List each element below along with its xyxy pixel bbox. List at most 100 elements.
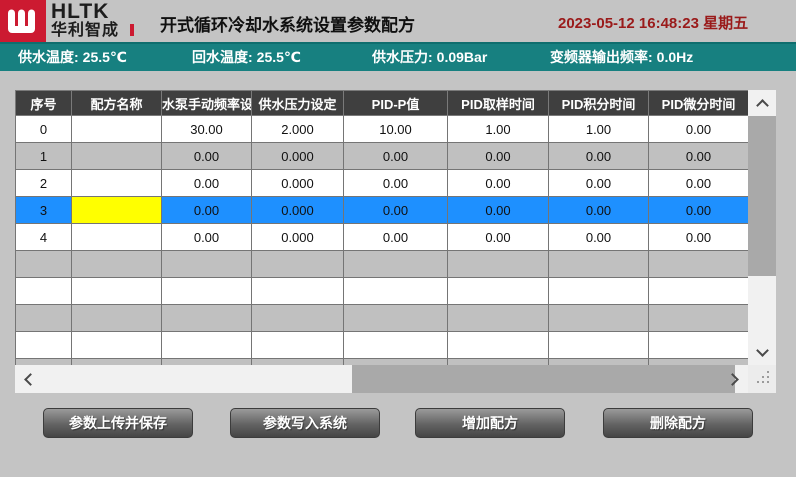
cell-value[interactable] xyxy=(344,251,448,278)
cell-value[interactable]: 0.00 xyxy=(649,170,749,197)
table-row[interactable]: 40.000.0000.000.000.000.00 xyxy=(16,224,749,251)
table-row[interactable]: 10.000.0000.000.000.000.00 xyxy=(16,143,749,170)
cell-value[interactable]: 0.00 xyxy=(649,224,749,251)
resize-grip-icon[interactable] xyxy=(767,371,769,373)
cell-index[interactable]: 3 xyxy=(16,197,72,224)
cell-index[interactable] xyxy=(16,305,72,332)
cell-value[interactable] xyxy=(448,251,549,278)
cell-value[interactable]: 0.00 xyxy=(549,170,649,197)
cell-recipe-name[interactable] xyxy=(72,305,162,332)
recipe-table: 序号配方名称水泵手动频率设定供水压力设定PID-P值PID取样时间PID积分时间… xyxy=(15,90,748,365)
cell-recipe-name[interactable] xyxy=(72,116,162,143)
status-supply-temp: 供水温度:25.5℃ xyxy=(18,44,127,71)
scroll-up-button[interactable] xyxy=(748,90,776,116)
cell-value[interactable]: 0.00 xyxy=(162,170,252,197)
cell-value[interactable]: 0.00 xyxy=(649,143,749,170)
cell-recipe-name[interactable] xyxy=(72,170,162,197)
delete-recipe-button[interactable]: 删除配方 xyxy=(603,408,753,438)
cell-value[interactable] xyxy=(549,332,649,359)
cell-value[interactable] xyxy=(252,305,344,332)
cell-value[interactable] xyxy=(649,305,749,332)
cell-value[interactable] xyxy=(649,251,749,278)
cell-value[interactable]: 30.00 xyxy=(162,116,252,143)
cell-value[interactable]: 0.00 xyxy=(649,197,749,224)
cell-value[interactable]: 0.00 xyxy=(649,116,749,143)
cell-value[interactable]: 0.00 xyxy=(448,197,549,224)
cell-value[interactable] xyxy=(344,278,448,305)
scroll-right-button[interactable] xyxy=(720,365,748,393)
cell-value[interactable]: 10.00 xyxy=(344,116,448,143)
cell-index[interactable] xyxy=(16,332,72,359)
table-row[interactable]: 030.002.00010.001.001.000.00 xyxy=(16,116,749,143)
cell-value[interactable] xyxy=(162,251,252,278)
cell-value[interactable]: 0.000 xyxy=(252,224,344,251)
cell-value[interactable] xyxy=(448,305,549,332)
cell-value[interactable] xyxy=(448,278,549,305)
cell-recipe-name[interactable] xyxy=(72,143,162,170)
cell-value[interactable]: 0.00 xyxy=(448,143,549,170)
table-row[interactable] xyxy=(16,305,749,332)
table-row[interactable]: 20.000.0000.000.000.000.00 xyxy=(16,170,749,197)
table-row[interactable] xyxy=(16,278,749,305)
cell-index[interactable]: 2 xyxy=(16,170,72,197)
horizontal-scroll-thumb[interactable] xyxy=(352,365,735,393)
scroll-down-button[interactable] xyxy=(748,339,776,365)
cell-value[interactable] xyxy=(162,278,252,305)
cell-value[interactable]: 0.00 xyxy=(162,197,252,224)
cell-index[interactable]: 0 xyxy=(16,116,72,143)
cell-value[interactable] xyxy=(448,332,549,359)
cell-value[interactable]: 0.000 xyxy=(252,170,344,197)
cell-value[interactable]: 0.00 xyxy=(162,224,252,251)
cell-value[interactable] xyxy=(549,251,649,278)
cell-value[interactable]: 1.00 xyxy=(549,116,649,143)
cell-recipe-name[interactable] xyxy=(72,251,162,278)
cell-value[interactable]: 0.00 xyxy=(162,143,252,170)
cell-value[interactable] xyxy=(162,332,252,359)
vertical-scroll-thumb[interactable] xyxy=(748,116,776,276)
cell-recipe-name[interactable] xyxy=(72,332,162,359)
cell-value[interactable]: 2.000 xyxy=(252,116,344,143)
cell-value[interactable]: 0.00 xyxy=(549,224,649,251)
scroll-left-button[interactable] xyxy=(15,365,43,393)
cell-value[interactable] xyxy=(252,278,344,305)
cell-recipe-name[interactable] xyxy=(72,278,162,305)
cell-value[interactable] xyxy=(344,305,448,332)
upload-save-params-button[interactable]: 参数上传并保存 xyxy=(43,408,193,438)
table-row[interactable]: 30.000.0000.000.000.000.00 xyxy=(16,197,749,224)
table-row[interactable] xyxy=(16,251,749,278)
cell-value[interactable]: 0.00 xyxy=(549,197,649,224)
add-recipe-button[interactable]: 增加配方 xyxy=(415,408,565,438)
cell-value[interactable]: 0.00 xyxy=(549,143,649,170)
cell-index[interactable] xyxy=(16,251,72,278)
cell-value[interactable]: 0.00 xyxy=(344,170,448,197)
cell-value[interactable] xyxy=(649,278,749,305)
cell-value[interactable] xyxy=(344,332,448,359)
cell-index[interactable]: 1 xyxy=(16,143,72,170)
cell-value[interactable] xyxy=(252,332,344,359)
cell-value[interactable]: 0.00 xyxy=(448,224,549,251)
cell-value[interactable]: 0.00 xyxy=(448,170,549,197)
column-header: PID-P值 xyxy=(344,91,448,116)
cell-value[interactable]: 0.00 xyxy=(344,224,448,251)
cell-value[interactable]: 0.00 xyxy=(344,197,448,224)
cell-value[interactable]: 0.00 xyxy=(344,143,448,170)
cell-value[interactable]: 0.000 xyxy=(252,143,344,170)
cell-value[interactable] xyxy=(549,278,649,305)
cell-value[interactable] xyxy=(549,305,649,332)
horizontal-scrollbar[interactable] xyxy=(15,365,748,393)
cell-recipe-name[interactable] xyxy=(72,224,162,251)
hltk-logo-icon xyxy=(0,0,46,42)
brand-name: HLTK xyxy=(51,1,109,22)
cell-value[interactable]: 0.000 xyxy=(252,197,344,224)
cell-value[interactable] xyxy=(649,332,749,359)
brand-accent-mark xyxy=(130,24,134,36)
cell-value[interactable] xyxy=(162,305,252,332)
cell-value[interactable]: 1.00 xyxy=(448,116,549,143)
cell-index[interactable]: 4 xyxy=(16,224,72,251)
cell-recipe-name[interactable] xyxy=(72,197,162,224)
write-params-to-system-button[interactable]: 参数写入系统 xyxy=(230,408,380,438)
cell-value[interactable] xyxy=(252,251,344,278)
cell-index[interactable] xyxy=(16,278,72,305)
vertical-scrollbar[interactable] xyxy=(748,90,776,365)
table-row[interactable] xyxy=(16,332,749,359)
